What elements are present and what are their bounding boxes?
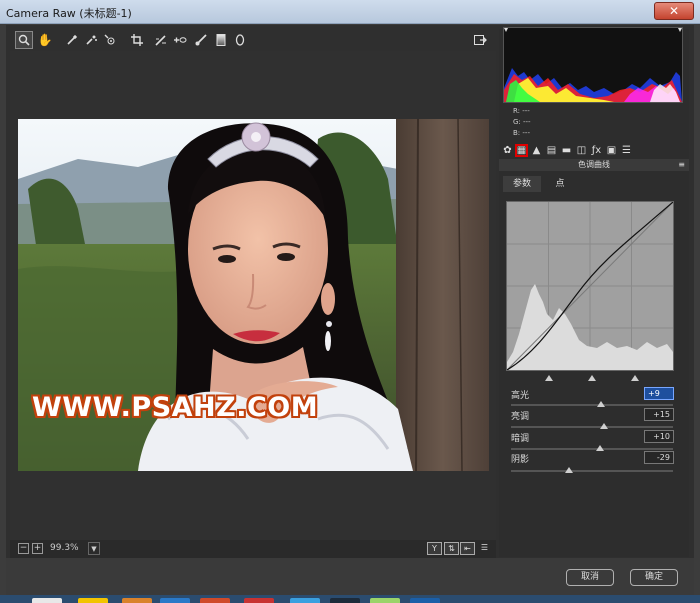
taskbar-app-icon[interactable]	[78, 598, 108, 603]
zoom-tool-icon[interactable]	[15, 31, 33, 49]
copy-settings-icon[interactable]: ⇤	[460, 542, 475, 555]
split-mid-thumb[interactable]	[588, 375, 596, 381]
lights-value-field[interactable]: +15	[644, 408, 674, 421]
taskbar-app-icon[interactable]	[410, 598, 440, 603]
ok-button[interactable]: 确定	[630, 569, 678, 586]
panel-tab-icons: ✿ ▦ ▲ ▤ ▬ ◫ ƒx ▣ ☰	[499, 143, 689, 159]
shadows-value-field[interactable]: -29	[644, 451, 674, 464]
taskbar-app-icon[interactable]	[122, 598, 152, 603]
straighten-tool-icon[interactable]	[152, 31, 170, 49]
tool-bar: ✋	[10, 29, 496, 51]
adjustment-brush-tool-icon[interactable]	[192, 31, 210, 49]
highlights-track[interactable]	[511, 404, 673, 406]
slider-label-darks: 暗调	[511, 434, 530, 444]
slider-label-shadows: 阴影	[511, 455, 530, 465]
fx-panel-icon[interactable]: ƒx	[590, 144, 603, 157]
before-after-y-icon[interactable]: Y	[427, 542, 442, 555]
zoom-in-button[interactable]: +	[32, 543, 43, 554]
hsl-panel-icon[interactable]: ▤	[545, 144, 558, 157]
close-button[interactable]: ✕	[654, 2, 694, 20]
slider-label-lights: 亮调	[511, 412, 530, 422]
readout-r: R: ---	[513, 107, 530, 115]
open-preferences-icon[interactable]	[471, 31, 489, 49]
tone-curve-panel-icon[interactable]: ▦	[515, 144, 528, 157]
zoom-level: 99.3%	[50, 543, 79, 553]
target-adjust-tool-icon[interactable]	[101, 31, 119, 49]
zoom-out-button[interactable]: −	[18, 543, 29, 554]
crop-tool-icon[interactable]	[128, 31, 146, 49]
highlights-value-field[interactable]: +9	[644, 387, 674, 400]
taskbar-app-icon[interactable]	[200, 598, 230, 603]
cancel-button[interactable]: 取消	[566, 569, 614, 586]
split-shadows-thumb[interactable]	[545, 375, 553, 381]
highlights-thumb[interactable]	[596, 401, 605, 407]
toggle-settings-icon[interactable]: ☰	[477, 542, 492, 555]
graduated-filter-tool-icon[interactable]	[212, 31, 230, 49]
title-bar: Camera Raw (未标题-1) ✕	[0, 0, 700, 24]
window-title: Camera Raw (未标题-1)	[6, 7, 132, 20]
curve-subtabs: 参数 点	[499, 176, 689, 192]
lens-panel-icon[interactable]: ◫	[575, 144, 588, 157]
readout-b: B: ---	[513, 129, 530, 137]
lights-track[interactable]	[511, 426, 673, 428]
preview-status-bar: − + 99.3% ▼ Y ⇅ ⇤ ☰	[10, 540, 496, 558]
shadows-thumb[interactable]	[564, 467, 573, 473]
darks-thumb[interactable]	[596, 445, 605, 451]
swap-settings-icon[interactable]: ⇅	[444, 542, 459, 555]
taskbar-app-icon[interactable]	[290, 598, 320, 603]
shadows-track[interactable]	[511, 470, 673, 472]
taskbar-app-icon[interactable]	[160, 598, 190, 603]
darks-track[interactable]	[511, 448, 673, 450]
tab-point[interactable]: 点	[541, 176, 579, 192]
taskbar-app-icon[interactable]	[244, 598, 274, 603]
radial-filter-tool-icon[interactable]	[231, 31, 249, 49]
watermark-text: WWW.PSAHZ.COM	[32, 392, 319, 423]
histogram	[503, 27, 683, 103]
detail-panel-icon[interactable]: ▲	[530, 144, 543, 157]
white-balance-tool-icon[interactable]	[63, 31, 81, 49]
readout-g: G: ---	[513, 118, 531, 126]
slider-label-highlights: 高光	[511, 391, 530, 401]
taskbar-app-icon[interactable]	[330, 598, 360, 603]
darks-value-field[interactable]: +10	[644, 430, 674, 443]
panel-header: 色调曲线 ≡	[499, 159, 689, 171]
taskbar-app-icon[interactable]	[370, 598, 400, 603]
lights-thumb[interactable]	[600, 423, 609, 429]
color-sampler-tool-icon[interactable]	[82, 31, 100, 49]
split-toning-panel-icon[interactable]: ▬	[560, 144, 573, 157]
red-eye-tool-icon[interactable]	[171, 31, 189, 49]
tone-curve-graph[interactable]	[506, 201, 674, 371]
panel-menu-icon[interactable]: ≡	[678, 159, 685, 171]
zoom-dropdown-icon[interactable]: ▼	[88, 542, 100, 555]
taskbar-app-icon[interactable]	[32, 598, 62, 603]
tab-parametric[interactable]: 参数	[503, 176, 541, 192]
split-highlights-thumb[interactable]	[631, 375, 639, 381]
hand-tool-icon[interactable]: ✋	[36, 31, 54, 49]
panel-title: 色调曲线	[578, 160, 610, 169]
basic-panel-icon[interactable]: ✿	[501, 144, 514, 157]
presets-panel-icon[interactable]: ☰	[620, 144, 633, 157]
camera-calibration-panel-icon[interactable]: ▣	[605, 144, 618, 157]
